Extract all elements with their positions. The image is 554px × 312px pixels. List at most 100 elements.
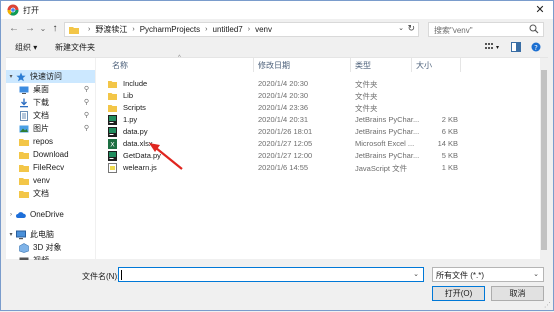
sidebar-item-download[interactable]: Download	[6, 148, 95, 161]
sidebar-item-label: venv	[33, 176, 50, 185]
view-dropdown-icon[interactable]: ▾	[496, 44, 499, 51]
file-date: 2020/1/4 23:36	[258, 103, 309, 112]
breadcrumb-separator: ›	[88, 26, 91, 33]
pycharm-file-icon	[108, 115, 117, 125]
column-header-type[interactable]: 类型	[355, 60, 371, 71]
file-row[interactable]: 1.py 2020/1/4 20:31 JetBrains PyChar... …	[98, 115, 506, 126]
column-header-date[interactable]: 修改日期	[258, 60, 290, 71]
file-type: JetBrains PyChar...	[355, 115, 420, 124]
column-divider[interactable]	[411, 58, 412, 72]
column-divider[interactable]	[253, 58, 254, 72]
column-header-name[interactable]: 名称	[112, 60, 128, 71]
expand-chevron-icon[interactable]: ▾	[6, 231, 16, 238]
open-button[interactable]: 打开(O)	[432, 286, 485, 301]
file-size: 6 KB	[441, 127, 458, 136]
file-name: 1.py	[123, 115, 138, 124]
file-size: 5 KB	[441, 151, 458, 160]
search-icon	[529, 24, 539, 34]
sidebar-item-documents-folder[interactable]: 文档	[6, 187, 95, 200]
sidebar-item-label: 此电脑	[30, 230, 54, 239]
folder-icon	[19, 190, 29, 198]
expand-chevron-icon[interactable]: ▾	[6, 73, 16, 80]
sidebar-item-repos[interactable]: repos	[6, 135, 95, 148]
sidebar-item-label: 快速访问	[30, 72, 62, 81]
preview-pane-icon[interactable]	[511, 42, 521, 52]
sidebar-item-pictures[interactable]: 图片 ⚲	[6, 122, 95, 135]
breadcrumb-item[interactable]: untitled7	[213, 25, 243, 34]
expand-chevron-icon[interactable]: ›	[6, 212, 16, 218]
folder-icon	[19, 151, 29, 159]
file-size: 1 KB	[441, 163, 458, 172]
forward-button[interactable]: →	[23, 22, 37, 36]
file-row[interactable]: GetData.py 2020/1/27 12:00 JetBrains PyC…	[98, 151, 506, 162]
sidebar-item-onedrive[interactable]: › OneDrive	[6, 208, 95, 221]
file-name: Include	[123, 79, 148, 88]
scrollbar-thumb[interactable]	[541, 70, 547, 250]
sidebar-item-quick-access[interactable]: ▾ 快速访问	[6, 70, 95, 83]
sidebar-item-venv[interactable]: venv	[6, 174, 95, 187]
back-button[interactable]: ←	[7, 22, 21, 36]
refresh-icon[interactable]: ↻	[407, 23, 415, 34]
folder-icon	[69, 26, 79, 34]
folder-icon	[108, 93, 117, 100]
desktop-icon	[19, 86, 29, 94]
pin-icon: ⚲	[83, 125, 89, 132]
file-row[interactable]: X data.xlsx 2020/1/27 12:05 Microsoft Ex…	[98, 139, 506, 150]
file-date: 2020/1/4 20:31	[258, 115, 309, 124]
resize-grip-icon[interactable]: ⋰	[544, 301, 551, 309]
pin-icon: ⚲	[83, 86, 89, 93]
column-divider[interactable]	[460, 58, 461, 72]
sidebar-item-videos[interactable]: 视频	[6, 254, 95, 260]
sidebar-item-3d-objects[interactable]: 3D 对象	[6, 241, 95, 254]
up-button[interactable]: ↑	[48, 22, 62, 36]
pin-icon: ⚲	[83, 112, 89, 119]
column-divider[interactable]	[350, 58, 351, 72]
file-type: JetBrains PyChar...	[355, 151, 420, 160]
sidebar-item-downloads[interactable]: 下载 ⚲	[6, 96, 95, 109]
address-dropdown-icon[interactable]: ⌄	[398, 24, 404, 32]
file-row[interactable]: data.py 2020/1/26 18:01 JetBrains PyChar…	[98, 127, 506, 138]
breadcrumb-item[interactable]: 野渡犊江	[95, 24, 127, 35]
command-toolbar: 组织 ▾ 新建文件夹 ▾ ?	[1, 40, 553, 56]
file-row[interactable]: Lib 2020/1/4 20:30 文件夹	[98, 91, 506, 102]
js-file-icon	[108, 163, 117, 173]
file-row[interactable]: Scripts 2020/1/4 23:36 文件夹	[98, 103, 506, 114]
chevron-down-icon[interactable]: ⌄	[413, 270, 419, 278]
address-bar[interactable]: › 野渡犊江 › PycharmProjects › untitled7 › v…	[64, 22, 419, 37]
file-type-select[interactable]: 所有文件 (*.*) ⌄	[432, 267, 544, 282]
chevron-down-icon[interactable]: ⌄	[533, 270, 539, 278]
close-button[interactable]: ✕	[533, 3, 547, 17]
column-header-size[interactable]: 大小	[416, 60, 432, 71]
new-folder-button[interactable]: 新建文件夹	[55, 42, 95, 53]
breadcrumb-item[interactable]: venv	[255, 25, 272, 34]
sidebar-item-label: 文档	[33, 189, 49, 198]
search-box[interactable]: 搜索"venv"	[428, 22, 544, 37]
file-date: 2020/1/26 18:01	[258, 127, 313, 136]
pycharm-file-icon	[108, 127, 117, 137]
dialog-footer: 文件名(N): ⌄ 所有文件 (*.*) ⌄ 打开(O) 取消 ⋰	[1, 261, 553, 311]
sidebar-item-desktop[interactable]: 桌面 ⚲	[6, 83, 95, 96]
file-type: JetBrains PyChar...	[355, 127, 420, 136]
file-row[interactable]: welearn.js 2020/1/6 14:55 JavaScript 文件 …	[98, 163, 506, 174]
svg-text:?: ?	[534, 44, 538, 52]
main-content: ▾ 快速访问 桌面 ⚲ 下载 ⚲ 文档 ⚲ 图片 ⚲ repos Downloa…	[6, 55, 548, 260]
breadcrumb-item[interactable]: PycharmProjects	[140, 25, 200, 34]
sidebar-item-this-pc[interactable]: ▾ 此电脑	[6, 228, 95, 241]
breadcrumb-separator: ›	[205, 26, 208, 33]
help-icon[interactable]: ?	[531, 42, 541, 52]
file-row[interactable]: Include 2020/1/4 20:30 文件夹	[98, 79, 506, 90]
svg-text:X: X	[110, 141, 115, 149]
vertical-scrollbar[interactable]	[540, 58, 548, 260]
file-size: 2 KB	[441, 115, 458, 124]
star-icon	[16, 72, 26, 81]
sidebar-item-filerecv[interactable]: FileRecv	[6, 161, 95, 174]
sidebar-item-documents[interactable]: 文档 ⚲	[6, 109, 95, 122]
cancel-button[interactable]: 取消	[491, 286, 544, 301]
sidebar-item-label: 图片	[33, 124, 49, 133]
filename-input[interactable]: ⌄	[118, 267, 424, 282]
pycharm-file-icon	[108, 151, 117, 161]
view-options-icon[interactable]	[485, 42, 495, 52]
organize-menu[interactable]: 组织 ▾	[15, 42, 37, 53]
picture-icon	[19, 125, 29, 132]
file-name: data.xlsx	[123, 139, 153, 148]
